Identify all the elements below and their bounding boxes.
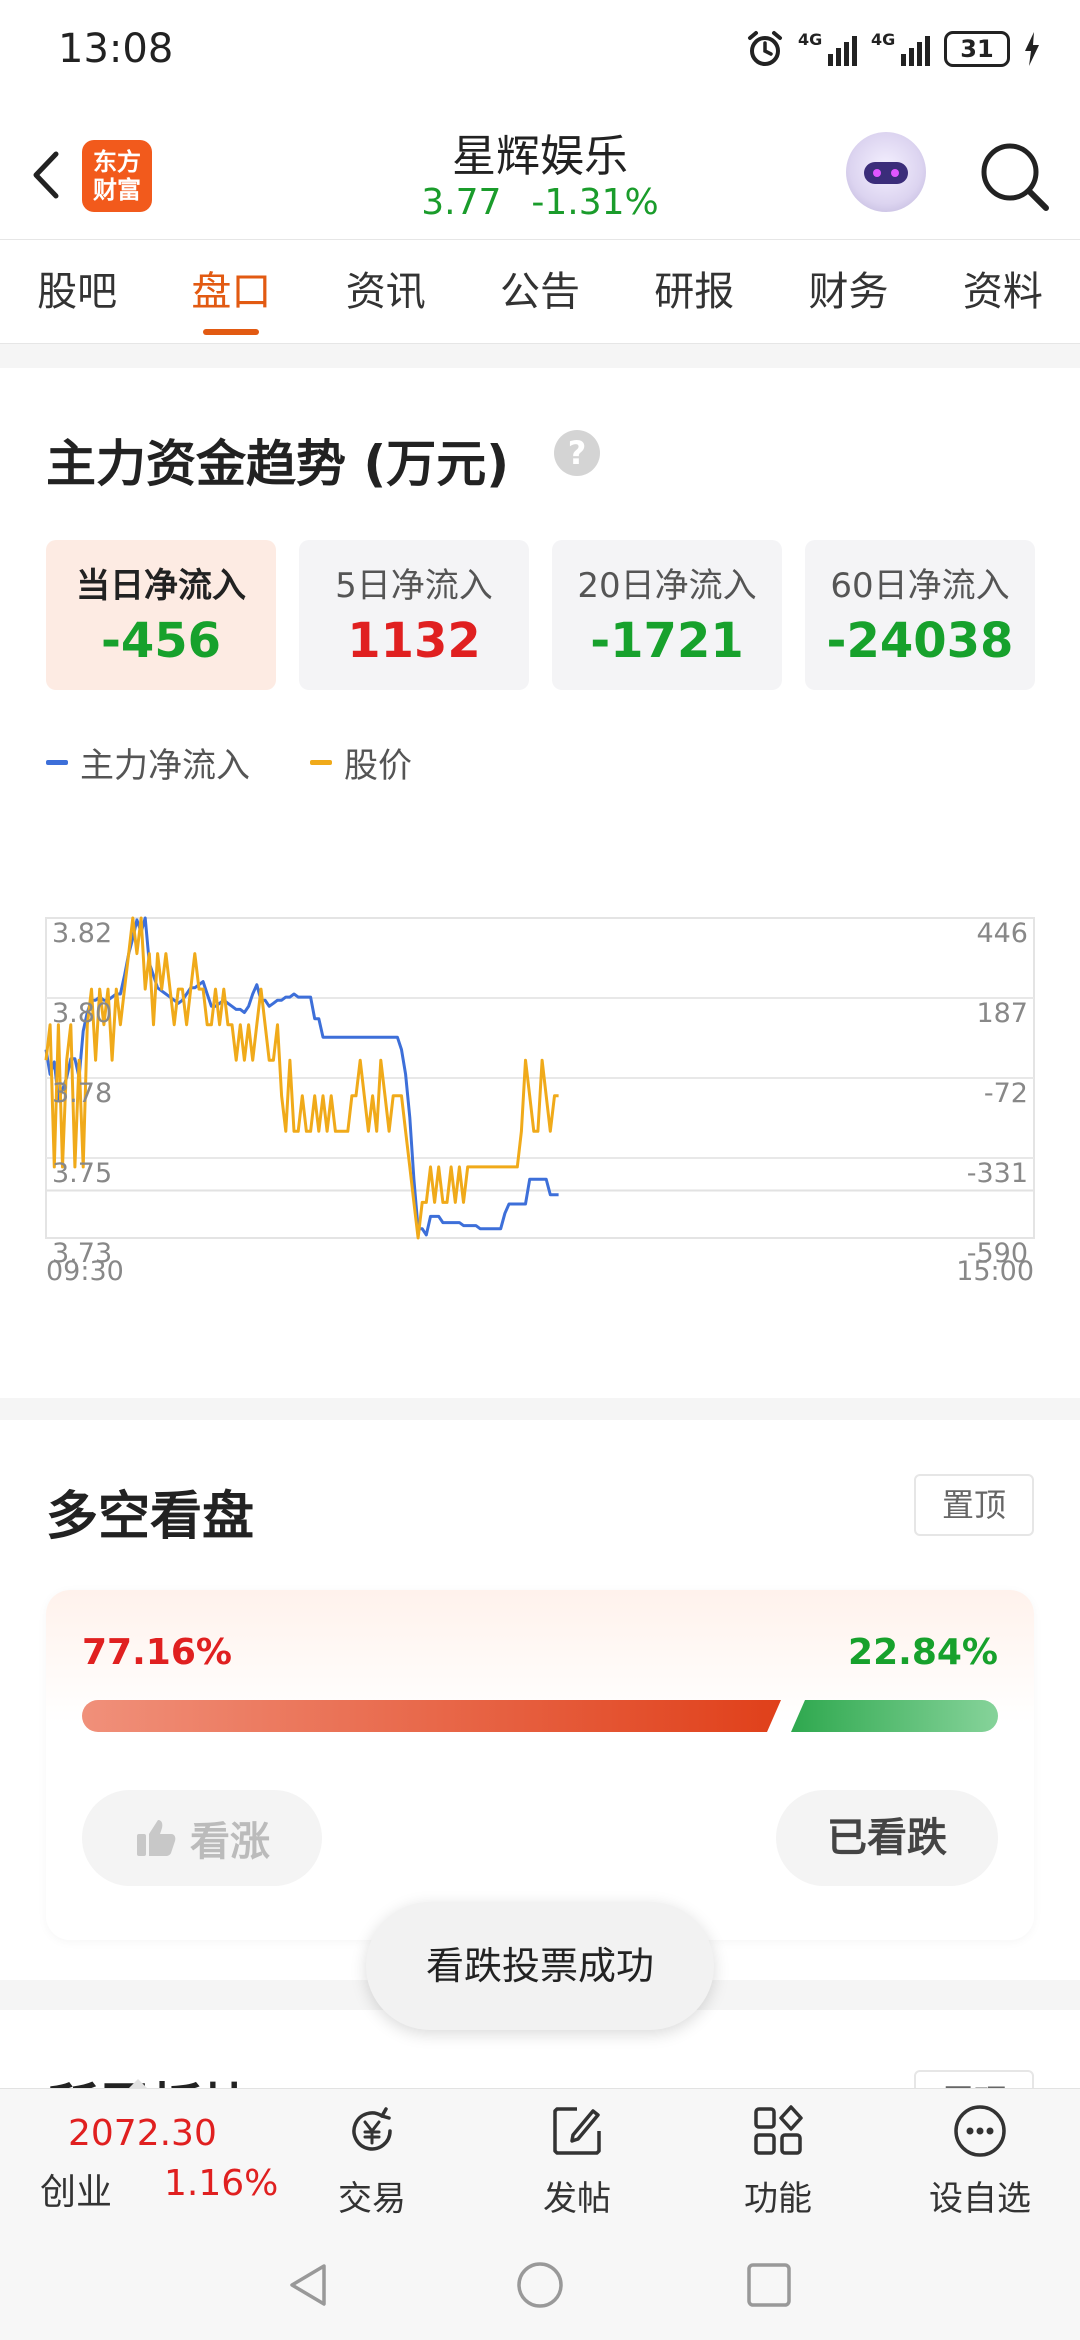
cellular-signal-1-icon: 4G <box>798 32 857 66</box>
tab-news[interactable]: 资讯 <box>309 240 463 343</box>
compose-icon <box>553 2107 601 2155</box>
flow-box-5d[interactable]: 5日净流入 1132 <box>299 540 529 690</box>
more-dots-icon <box>954 2105 1006 2157</box>
x-tick-label: 09:30 <box>46 1256 124 1287</box>
nav-add-watchlist[interactable]: 设自选 <box>900 2101 1060 2220</box>
nav-label: 功能 <box>744 2179 812 2219</box>
y-left-tick-label: 3.78 <box>52 1078 112 1109</box>
capital-flow-title: 主力资金趋势 (万元) <box>46 435 510 493</box>
tab-research[interactable]: 研报 <box>617 240 771 343</box>
flow-box-20d[interactable]: 20日净流入 -1721 <box>552 540 782 690</box>
bear-bar <box>791 1700 998 1732</box>
y-right-tick-label: -331 <box>967 1158 1028 1189</box>
index-change: 1.16% <box>164 2163 279 2204</box>
sentiment-title: 多空看盘 <box>46 1487 255 1547</box>
vote-ratio-bar <box>82 1700 998 1732</box>
grid-apps-icon <box>754 2105 803 2155</box>
alarm-icon <box>748 31 782 66</box>
toast-message: 看跌投票成功 <box>366 1902 714 2030</box>
legend-label: 股价 <box>344 746 412 786</box>
trade-yen-icon <box>352 2107 392 2151</box>
index-name: 创业 <box>40 2172 113 2213</box>
nav-trade[interactable]: 交易 <box>292 2101 452 2220</box>
home-circle-icon[interactable] <box>515 2260 565 2310</box>
battery-level: 31 <box>960 35 994 63</box>
flow-label: 当日净流入 <box>76 566 246 606</box>
flow-value: 1132 <box>347 613 481 669</box>
y-left-tick-label: 3.82 <box>52 918 112 949</box>
vote-bear-button[interactable]: 已看跌 <box>776 1790 998 1886</box>
nav-label: 发帖 <box>543 2179 611 2219</box>
chart-legend: 主力净流入 股价 <box>46 738 412 787</box>
stock-price: 3.77 <box>421 182 502 223</box>
tab-bar: 股吧 盘口 资讯 公告 研报 财务 资料 <box>0 240 1080 344</box>
flow-value: -1721 <box>590 613 744 669</box>
tab-pankou[interactable]: 盘口 <box>154 240 308 343</box>
cellular-signal-2-icon: 4G <box>871 32 930 66</box>
flow-value: -24038 <box>826 613 1014 669</box>
capital-flow-chart: 3.823.803.783.753.73446187-72-331-590 09… <box>44 916 1035 1287</box>
search-icon[interactable] <box>974 136 1054 216</box>
y-right-tick-label: -72 <box>984 1078 1028 1109</box>
back-triangle-icon[interactable] <box>284 2260 334 2310</box>
assistant-avatar[interactable] <box>846 132 926 212</box>
bull-percentage: 77.16% <box>82 1632 232 1673</box>
y-right-tick-label: 446 <box>976 918 1028 949</box>
capital-flow-card: 主力资金趋势 (万元) ? 当日净流入 -456 5日净流入 1132 20日净… <box>0 368 1080 1398</box>
legend-swatch-blue <box>46 760 68 765</box>
vote-bull-label: 看涨 <box>190 1819 270 1865</box>
nav-label: 交易 <box>338 2179 406 2219</box>
bull-bar <box>82 1700 781 1732</box>
pin-top-button[interactable]: 置顶 <box>914 1474 1034 1536</box>
bear-percentage: 22.84% <box>848 1632 998 1673</box>
y-right-tick-label: 187 <box>976 998 1028 1029</box>
network-type-label: 4G <box>798 30 823 49</box>
status-bar: 13:08 4G 4G 31 <box>0 0 1080 110</box>
vote-bull-button[interactable]: 看涨 <box>82 1790 322 1886</box>
help-icon[interactable]: ? <box>554 430 600 476</box>
system-navigation <box>0 2226 1080 2340</box>
legend-swatch-orange <box>310 760 332 765</box>
x-tick-label: 15:00 <box>956 1256 1034 1287</box>
stock-header: 东方财富 星辉娱乐 3.77 -1.31% <box>0 110 1080 240</box>
flow-label: 20日净流入 <box>577 566 757 606</box>
y-left-tick-label: 3.80 <box>52 998 112 1029</box>
nav-label: 设自选 <box>929 2179 1031 2219</box>
legend-item-price: 股价 <box>310 738 412 787</box>
nav-post[interactable]: 发帖 <box>497 2101 657 2220</box>
flow-label: 60日净流入 <box>830 566 1010 606</box>
recents-square-icon[interactable] <box>744 2260 794 2310</box>
tab-guba[interactable]: 股吧 <box>0 240 154 343</box>
nav-functions[interactable]: 功能 <box>698 2101 858 2220</box>
legend-item-net-inflow: 主力净流入 <box>46 738 250 787</box>
sentiment-card: 多空看盘 置顶 77.16% 22.84% 看涨 已看跌 <box>0 1420 1080 1980</box>
vote-panel: 77.16% 22.84% 看涨 已看跌 <box>46 1590 1034 1940</box>
battery-icon: 31 <box>944 31 1010 67</box>
tab-finance[interactable]: 财务 <box>771 240 925 343</box>
chart-x-ticks: 09:30 15:00 <box>46 1256 1034 1287</box>
flow-box-60d[interactable]: 60日净流入 -24038 <box>805 540 1035 690</box>
status-icons: 4G 4G 31 <box>746 30 1040 68</box>
flow-label: 5日净流入 <box>335 566 493 606</box>
legend-label: 主力净流入 <box>80 746 250 786</box>
network-type-label: 4G <box>871 30 896 49</box>
charging-icon <box>1025 32 1039 66</box>
stock-change-pct: -1.31% <box>531 182 659 223</box>
status-time: 13:08 <box>58 26 174 72</box>
y-left-tick-label: 3.75 <box>52 1158 112 1189</box>
index-value: 2072.30 <box>68 2113 217 2154</box>
flow-box-today[interactable]: 当日净流入 -456 <box>46 540 276 690</box>
tab-announcements[interactable]: 公告 <box>463 240 617 343</box>
thumbs-up-icon <box>137 1820 176 1856</box>
series-line-net-inflow <box>44 916 559 1237</box>
chart-frame <box>45 1189 1035 1192</box>
bottom-toolbar: 2072.30 创业 1.16% 交易 发帖 功能 设自选 <box>0 2079 1080 2226</box>
flow-value: -456 <box>100 613 222 669</box>
tab-profile[interactable]: 资料 <box>926 240 1080 343</box>
